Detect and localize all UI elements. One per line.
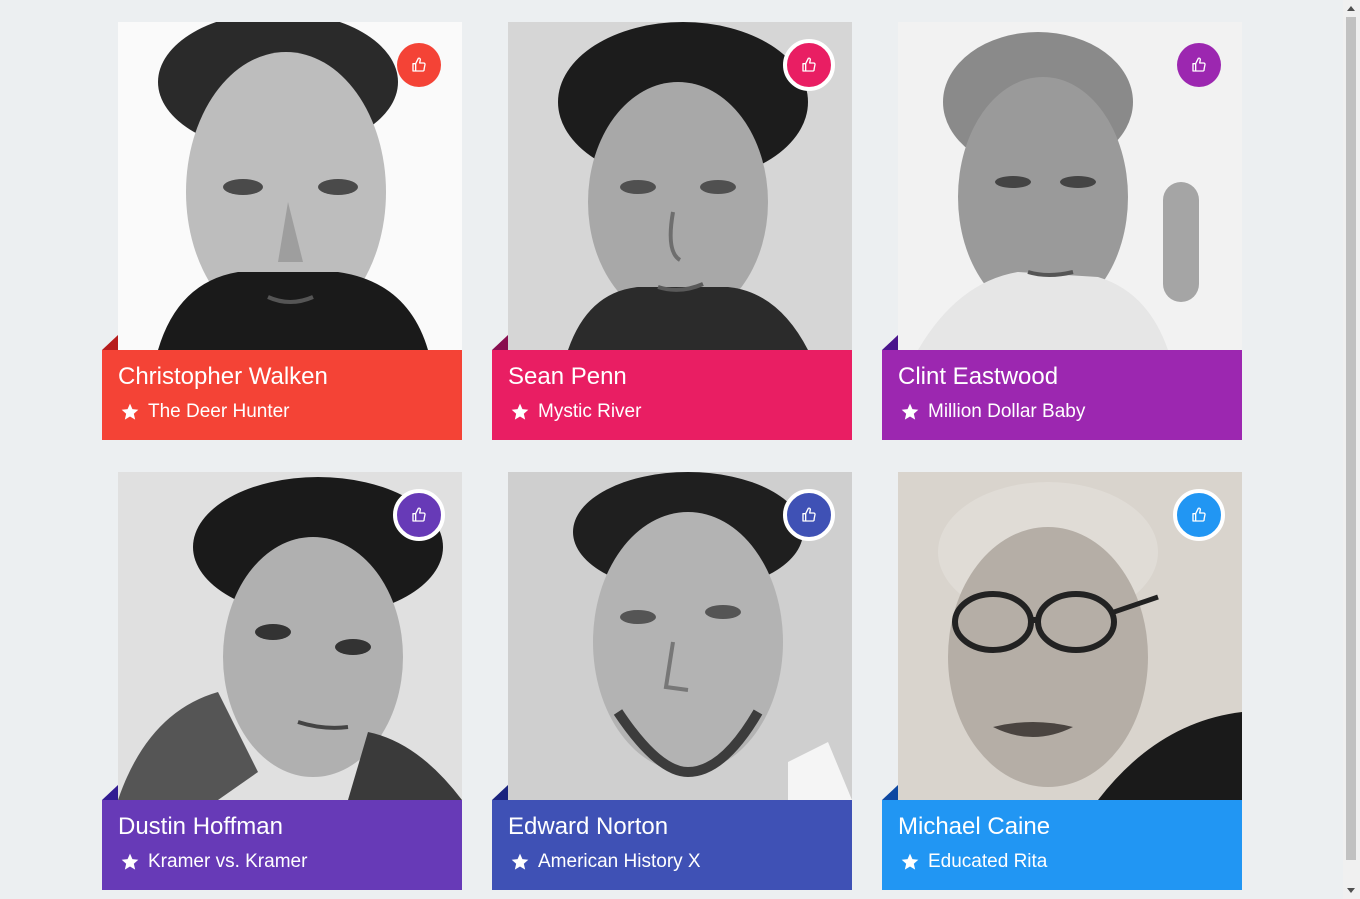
like-button[interactable]: [1177, 43, 1221, 87]
movie-title: Mystic River: [538, 401, 642, 422]
card-caption: Michael Caine Educated Rita: [882, 800, 1242, 890]
actor-name: Clint Eastwood: [898, 363, 1059, 390]
movie-title-row: American History X: [508, 849, 701, 875]
actor-card: Christopher Walken The Deer Hunter: [102, 22, 462, 440]
like-button[interactable]: [1173, 489, 1225, 541]
thumbs-up-icon: [1191, 507, 1207, 523]
thumbs-up-icon: [411, 57, 427, 73]
movie-title: American History X: [538, 851, 701, 872]
like-button[interactable]: [783, 489, 835, 541]
card-corner-fold: [882, 335, 898, 350]
like-button[interactable]: [393, 489, 445, 541]
star-icon: [900, 852, 920, 872]
card-corner-fold: [102, 335, 118, 350]
card-corner-fold: [492, 785, 508, 800]
actor-name: Sean Penn: [508, 363, 627, 390]
scroll-up-arrow-icon[interactable]: [1347, 6, 1355, 11]
card-corner-fold: [102, 785, 118, 800]
actor-name: Dustin Hoffman: [118, 813, 283, 840]
card-caption: Dustin Hoffman Kramer vs. Kramer: [102, 800, 462, 890]
movie-title: Million Dollar Baby: [928, 401, 1086, 422]
movie-title-row: Kramer vs. Kramer: [118, 849, 307, 875]
card-caption: Clint Eastwood Million Dollar Baby: [882, 350, 1242, 440]
card-corner-fold: [492, 335, 508, 350]
star-icon: [510, 402, 530, 422]
star-icon: [120, 852, 140, 872]
star-icon: [510, 852, 530, 872]
actor-name: Michael Caine: [898, 813, 1051, 840]
card-caption: Christopher Walken The Deer Hunter: [102, 350, 462, 440]
movie-title: Educated Rita: [928, 851, 1048, 872]
card-caption: Edward Norton American History X: [492, 800, 852, 890]
thumbs-up-icon: [801, 57, 817, 73]
vertical-scrollbar[interactable]: [1343, 0, 1360, 899]
actor-name: Edward Norton: [508, 813, 669, 840]
movie-title: The Deer Hunter: [148, 401, 290, 422]
card-caption: Sean Penn Mystic River: [492, 350, 852, 440]
thumbs-up-icon: [411, 507, 427, 523]
star-icon: [900, 402, 920, 422]
thumbs-up-icon: [801, 507, 817, 523]
like-button[interactable]: [397, 43, 441, 87]
scroll-down-arrow-icon[interactable]: [1347, 888, 1355, 893]
scrollbar-thumb[interactable]: [1346, 17, 1356, 860]
movie-title: Kramer vs. Kramer: [148, 851, 308, 872]
actor-gallery: Christopher Walken The Deer Hunter Sean …: [0, 0, 1343, 899]
actor-card: Clint Eastwood Million Dollar Baby: [882, 22, 1242, 440]
movie-title-row: Million Dollar Baby: [898, 399, 1085, 425]
actor-name: Christopher Walken: [118, 363, 328, 390]
movie-title-row: Educated Rita: [898, 849, 1047, 875]
card-corner-fold: [882, 785, 898, 800]
movie-title-row: The Deer Hunter: [118, 399, 290, 425]
star-icon: [120, 402, 140, 422]
thumbs-up-icon: [1191, 57, 1207, 73]
movie-title-row: Mystic River: [508, 399, 641, 425]
like-button[interactable]: [783, 39, 835, 91]
